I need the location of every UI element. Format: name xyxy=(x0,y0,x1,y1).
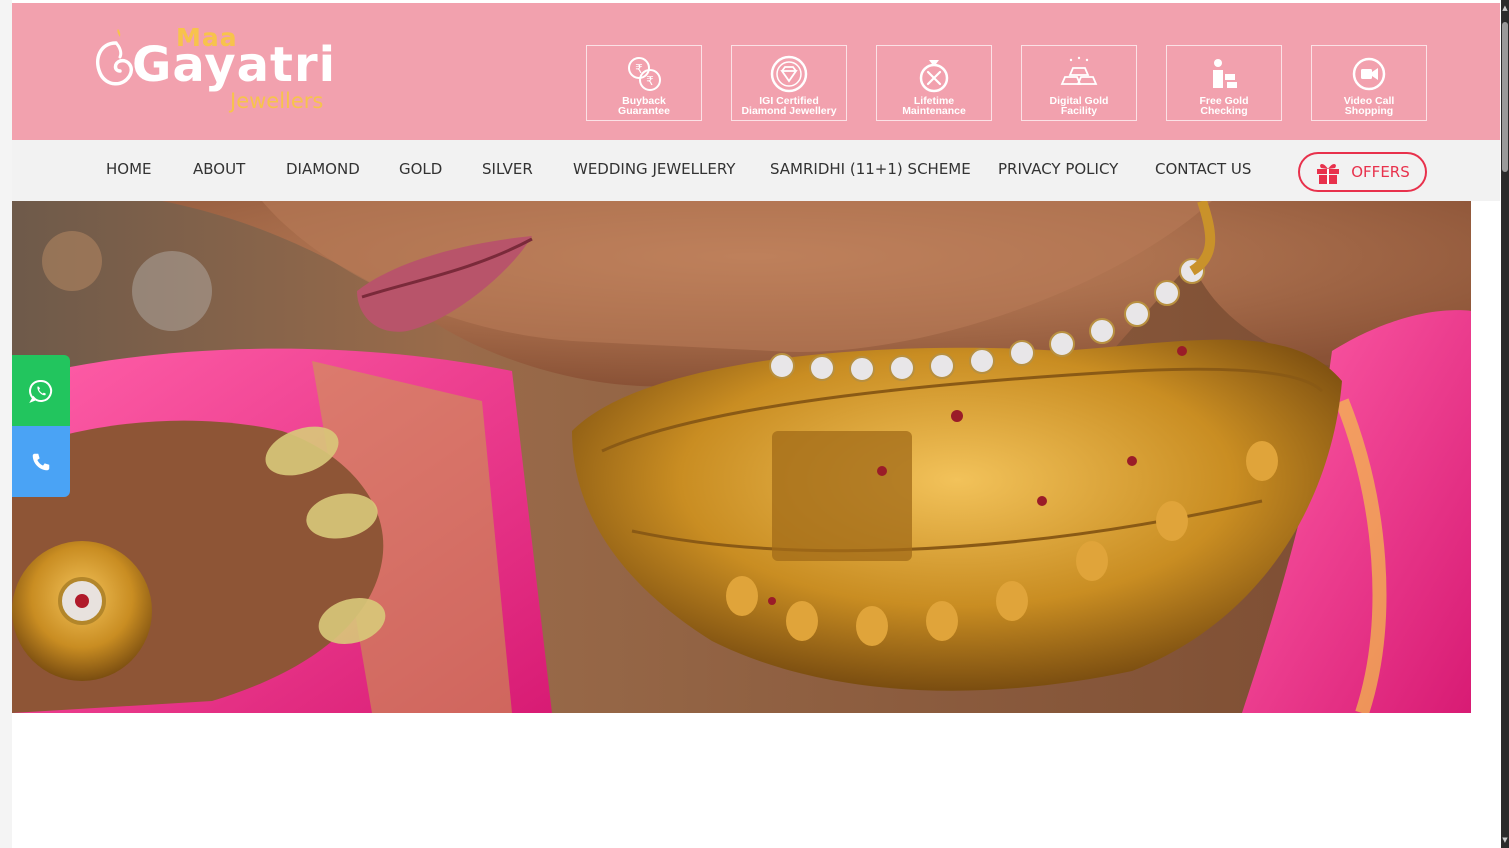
site-header: Maa Gayatri Jewellers ₹ ₹ Buyback Guaran… xyxy=(12,3,1500,140)
page: Maa Gayatri Jewellers ₹ ₹ Buyback Guaran… xyxy=(0,0,1509,848)
scroll-up-icon[interactable]: ▲ xyxy=(1502,4,1508,12)
feature-label: Video Call Shopping xyxy=(1343,95,1395,117)
gold-checking-icon xyxy=(1213,59,1237,88)
logo-emblem-icon xyxy=(95,29,133,86)
gold-bars-icon xyxy=(1060,56,1098,85)
feature-label: Lifetime Maintenance xyxy=(902,95,966,117)
feature-digital-gold[interactable]: Digital Gold Facility xyxy=(1021,45,1137,121)
nav-about[interactable]: ABOUT xyxy=(193,160,245,178)
offers-label: OFFERS xyxy=(1351,163,1410,181)
video-camera-icon xyxy=(1352,57,1386,91)
main-navigation: HOME ABOUT DIAMOND GOLD SILVER WEDDING J… xyxy=(12,140,1500,201)
feature-video-call-shopping[interactable]: Video Call Shopping xyxy=(1311,45,1427,121)
nav-home[interactable]: HOME xyxy=(106,160,152,178)
nav-contact-us[interactable]: CONTACT US xyxy=(1155,160,1251,178)
nav-silver[interactable]: SILVER xyxy=(482,160,533,178)
call-button[interactable] xyxy=(12,426,70,497)
feature-free-gold-checking[interactable]: Free Gold Checking xyxy=(1166,45,1282,121)
phone-icon xyxy=(32,453,50,470)
hero-jewellery-illustration xyxy=(12,201,1471,713)
feature-lifetime-maintenance[interactable]: Lifetime Maintenance xyxy=(876,45,992,121)
nav-diamond[interactable]: DIAMOND xyxy=(286,160,360,178)
offers-button[interactable]: OFFERS xyxy=(1298,152,1427,192)
nav-gold[interactable]: GOLD xyxy=(399,160,442,178)
whatsapp-icon xyxy=(29,379,53,403)
nav-samridhi-scheme[interactable]: SAMRIDHI (11+1) SCHEME xyxy=(770,160,971,178)
feature-label: IGI Certified Diamond Jewellery xyxy=(741,95,837,117)
nav-privacy-policy[interactable]: PRIVACY POLICY xyxy=(998,160,1118,178)
feature-label: Buyback Guarantee xyxy=(618,95,670,117)
page-scrollbar[interactable]: ▲ ▼ xyxy=(1501,0,1509,848)
nav-wedding-jewellery[interactable]: WEDDING JEWELLERY xyxy=(573,160,735,178)
logo-gayatri-text: Gayatri xyxy=(132,37,337,93)
whatsapp-button[interactable] xyxy=(12,355,70,426)
ring-tools-icon xyxy=(919,60,949,93)
svg-text:₹: ₹ xyxy=(646,74,654,88)
left-gutter xyxy=(0,0,12,848)
brand-logo[interactable]: Maa Gayatri Jewellers xyxy=(90,21,350,121)
scrollbar-thumb[interactable] xyxy=(1502,22,1508,172)
gift-icon xyxy=(1317,163,1340,184)
rupee-exchange-icon: ₹ ₹ xyxy=(628,57,661,91)
feature-label: Free Gold Checking xyxy=(1199,95,1249,117)
feature-igi-certified[interactable]: IGI Certified Diamond Jewellery xyxy=(731,45,847,121)
scroll-down-icon[interactable]: ▼ xyxy=(1502,836,1508,844)
certified-badge-icon xyxy=(770,55,808,93)
hero-banner-image xyxy=(12,201,1471,713)
feature-buyback-guarantee[interactable]: ₹ ₹ Buyback Guarantee xyxy=(586,45,702,121)
feature-label: Digital Gold Facility xyxy=(1049,95,1109,117)
logo-jewellers-text: Jewellers xyxy=(230,89,324,113)
